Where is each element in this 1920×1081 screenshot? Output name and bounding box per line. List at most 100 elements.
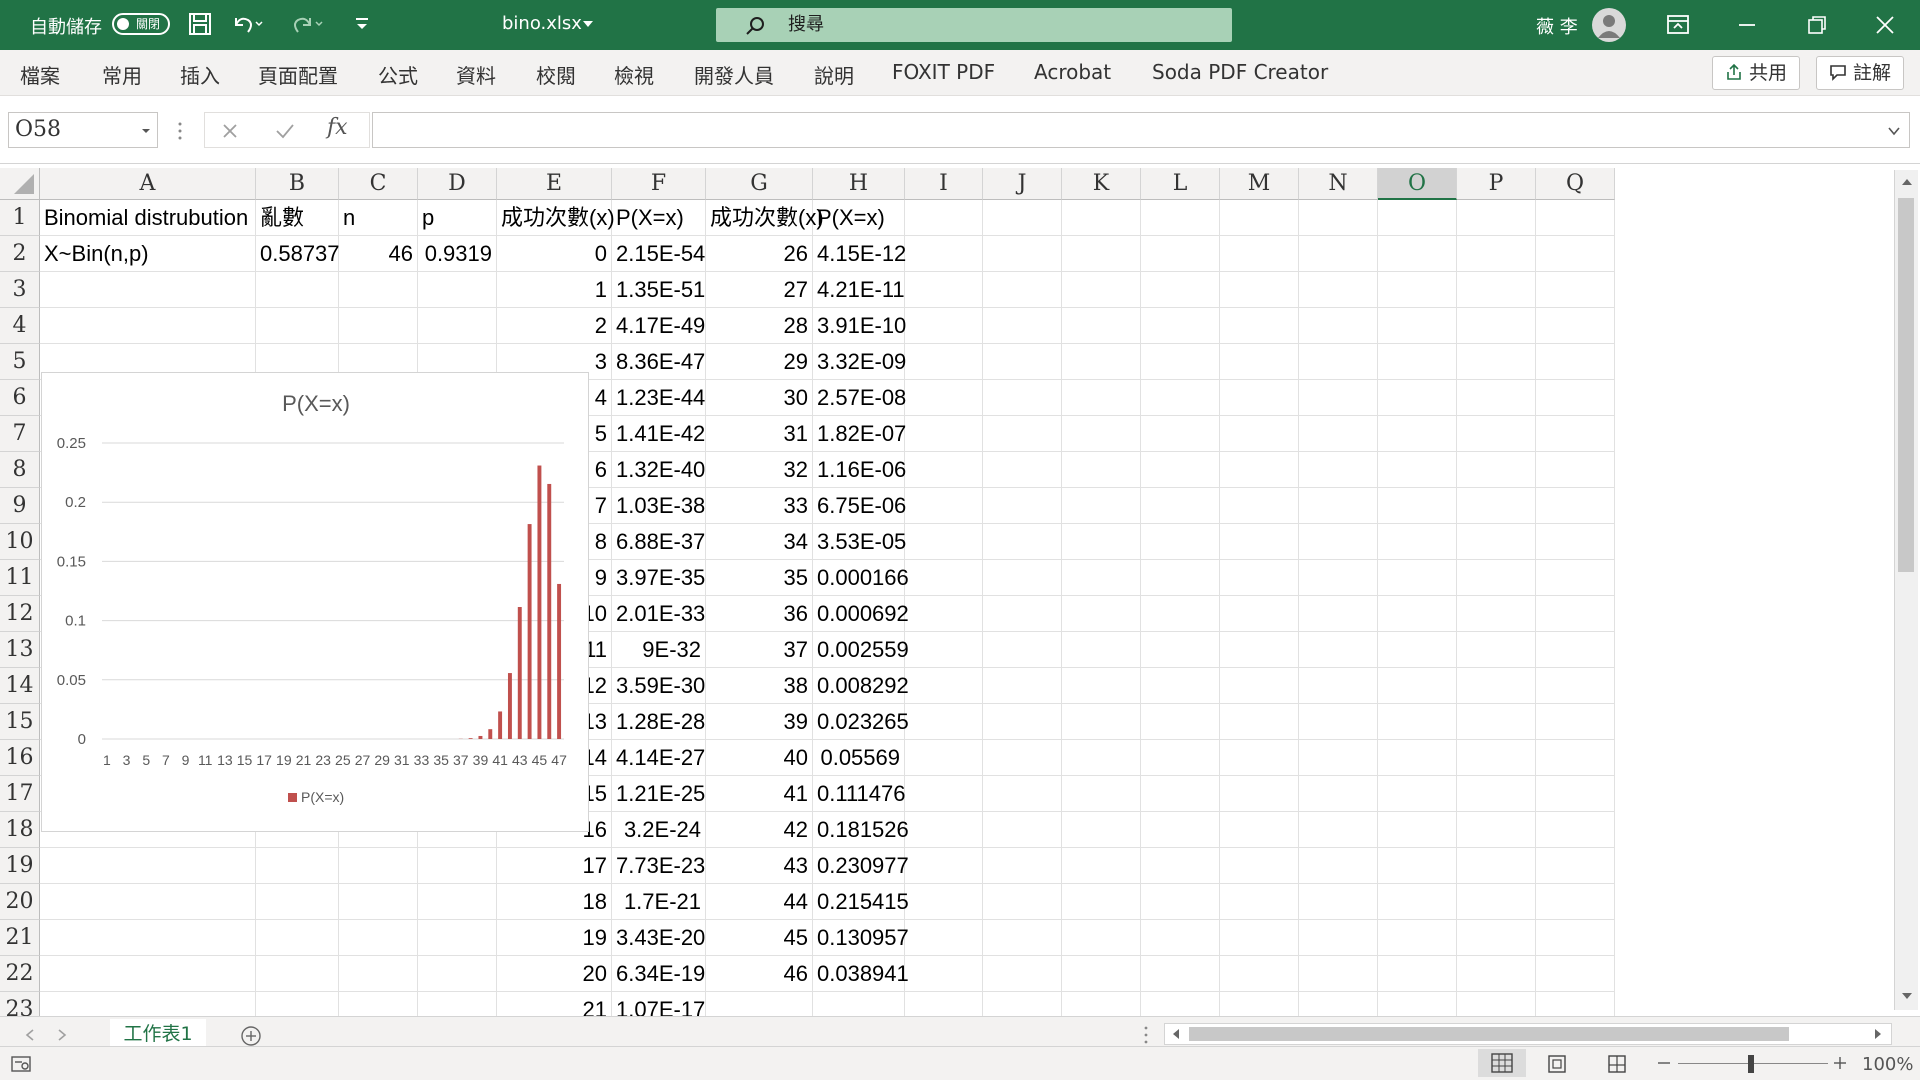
row-header-1[interactable]: 1: [0, 200, 40, 236]
cell-h11[interactable]: 0.000166: [813, 560, 905, 596]
grid-cell[interactable]: [1220, 272, 1299, 308]
grid-cell[interactable]: [1220, 848, 1299, 884]
grid-cell[interactable]: [1378, 452, 1457, 488]
grid-cell[interactable]: [1062, 920, 1141, 956]
grid-cell[interactable]: [40, 272, 256, 308]
grid-cell[interactable]: [905, 560, 983, 596]
row-header-23[interactable]: 23: [0, 992, 40, 1016]
cell-a2[interactable]: X~Bin(n,p): [40, 236, 256, 272]
grid-cell[interactable]: [1062, 668, 1141, 704]
grid-cell[interactable]: [1536, 272, 1615, 308]
grid-cell[interactable]: [1220, 200, 1299, 236]
grid-cell[interactable]: [1457, 452, 1536, 488]
grid-cell[interactable]: [1220, 488, 1299, 524]
grid-cell[interactable]: [339, 272, 418, 308]
grid-cell[interactable]: [905, 524, 983, 560]
cell-d1[interactable]: p: [418, 200, 497, 236]
grid-cell[interactable]: [1536, 308, 1615, 344]
grid-cell[interactable]: [983, 776, 1062, 812]
col-header-c[interactable]: C: [339, 168, 418, 200]
grid-cell[interactable]: [905, 200, 983, 236]
grid-cell[interactable]: [1536, 596, 1615, 632]
row-header-6[interactable]: 6: [0, 380, 40, 416]
restore-icon[interactable]: [1806, 14, 1828, 36]
grid-cell[interactable]: [1299, 596, 1378, 632]
cell-g16[interactable]: 40: [706, 740, 813, 776]
grid-cell[interactable]: [905, 272, 983, 308]
grid-cell[interactable]: [1299, 380, 1378, 416]
cell-f12[interactable]: 2.01E-33: [612, 596, 706, 632]
grid-cell[interactable]: [1378, 848, 1457, 884]
grid-cell[interactable]: [1220, 452, 1299, 488]
grid-cell[interactable]: [1062, 992, 1141, 1016]
cell-f14[interactable]: 3.59E-30: [612, 668, 706, 704]
chart-bar[interactable]: [518, 607, 522, 739]
grid-cell[interactable]: [1299, 956, 1378, 992]
grid-cell[interactable]: [1299, 524, 1378, 560]
cell-h19[interactable]: 0.230977: [813, 848, 905, 884]
col-header-l[interactable]: L: [1141, 168, 1220, 200]
cell-g8[interactable]: 32: [706, 452, 813, 488]
enter-icon[interactable]: [275, 122, 295, 140]
normal-view-button[interactable]: [1478, 1049, 1526, 1077]
grid-cell[interactable]: [1141, 452, 1220, 488]
grid-cell[interactable]: [1457, 704, 1536, 740]
scroll-up-icon[interactable]: [1899, 174, 1915, 190]
redo-icon[interactable]: [290, 12, 324, 36]
grid-cell[interactable]: [339, 992, 418, 1016]
grid-cell[interactable]: [1141, 416, 1220, 452]
grid-cell[interactable]: [1457, 416, 1536, 452]
formula-input[interactable]: [372, 112, 1910, 148]
grid-cell[interactable]: [1062, 812, 1141, 848]
grid-cell[interactable]: [1378, 596, 1457, 632]
grid-cell[interactable]: [1220, 524, 1299, 560]
cell-f18[interactable]: 3.2E-24: [612, 812, 706, 848]
cell-h20[interactable]: 0.215415: [813, 884, 905, 920]
grid-cell[interactable]: [1299, 272, 1378, 308]
grid-cell[interactable]: [905, 776, 983, 812]
cell-g11[interactable]: 35: [706, 560, 813, 596]
grid-cell[interactable]: [905, 920, 983, 956]
grid-cell[interactable]: [1220, 416, 1299, 452]
grid-cell[interactable]: [1141, 704, 1220, 740]
grid-cell[interactable]: [1141, 956, 1220, 992]
col-header-p[interactable]: P: [1457, 168, 1536, 200]
horizontal-scrollbar[interactable]: [1164, 1023, 1892, 1045]
grid-cell[interactable]: [905, 452, 983, 488]
row-header-2[interactable]: 2: [0, 236, 40, 272]
cell-g21[interactable]: 45: [706, 920, 813, 956]
grid-cell[interactable]: [256, 956, 339, 992]
grid-cell[interactable]: [1220, 956, 1299, 992]
grid-cell[interactable]: [1062, 884, 1141, 920]
grid-cell[interactable]: [1378, 632, 1457, 668]
grid-cell[interactable]: [983, 740, 1062, 776]
tab-home[interactable]: 常用: [102, 60, 142, 89]
cell-e2[interactable]: 0: [497, 236, 612, 272]
col-header-h[interactable]: H: [813, 168, 905, 200]
cell-h8[interactable]: 1.16E-06: [813, 452, 905, 488]
col-header-b[interactable]: B: [256, 168, 339, 200]
row-header-13[interactable]: 13: [0, 632, 40, 668]
grid-cell[interactable]: [983, 992, 1062, 1016]
grid-cell[interactable]: [1062, 560, 1141, 596]
close-icon[interactable]: [1874, 14, 1896, 36]
grid-cell[interactable]: [1299, 884, 1378, 920]
grid-cell[interactable]: [1378, 308, 1457, 344]
grid-cell[interactable]: [983, 848, 1062, 884]
grid-cell[interactable]: [1536, 740, 1615, 776]
tab-view[interactable]: 檢視: [614, 60, 654, 89]
cell-e1[interactable]: 成功次數(x): [497, 200, 612, 236]
zoom-out-icon[interactable]: [1656, 1055, 1672, 1071]
cell-g10[interactable]: 34: [706, 524, 813, 560]
grid-cell[interactable]: [1141, 884, 1220, 920]
cell-f19[interactable]: 7.73E-23: [612, 848, 706, 884]
save-icon[interactable]: [188, 12, 212, 36]
grid-cell[interactable]: [1457, 488, 1536, 524]
cell-h5[interactable]: 3.32E-09: [813, 344, 905, 380]
cell-f13[interactable]: 9E-32: [612, 632, 706, 668]
grid-cell[interactable]: [1062, 308, 1141, 344]
grid-cell[interactable]: [1220, 560, 1299, 596]
grid-cell[interactable]: [339, 884, 418, 920]
select-all-corner[interactable]: [0, 168, 40, 200]
insert-function-icon[interactable]: fx: [327, 115, 348, 140]
